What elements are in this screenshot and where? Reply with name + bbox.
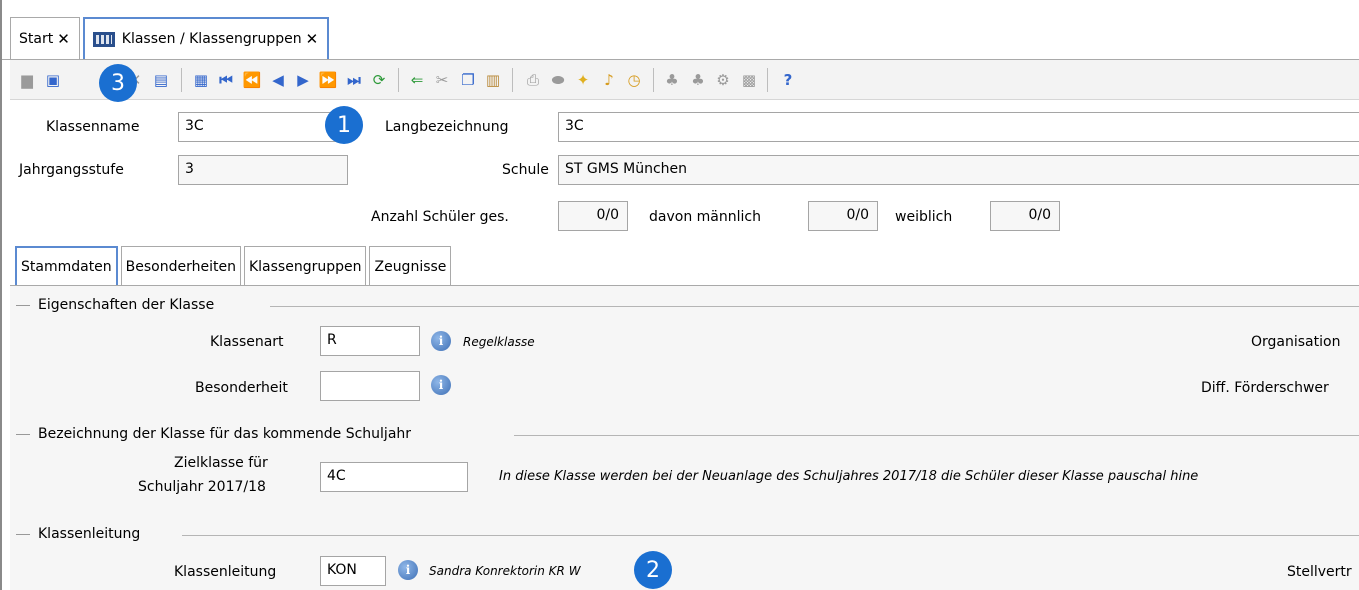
tab-zeugnisse[interactable]: Zeugnisse <box>369 246 452 286</box>
zielklasse-label-line1: Zielklasse für <box>174 455 268 471</box>
cut-icon[interactable]: ✂ <box>431 69 453 91</box>
klassenname-input[interactable]: 3C <box>178 112 348 142</box>
langbezeichnung-input[interactable]: 3C <box>558 112 1359 142</box>
record-icon[interactable]: ⬬ <box>547 69 569 91</box>
close-icon[interactable]: ✕ <box>57 30 70 48</box>
organisation-label: Organisation <box>1251 334 1341 350</box>
toolbar: ▆ ▣ ✕ ▤ ▦ ⏮ ⏪ ◀ ▶ ⏩ ⏭ ⟳ ⇐ ✂ ❐ ▥ ⎙ ⬬ ✦ ♪ … <box>10 60 1359 100</box>
info-icon[interactable]: i <box>431 331 451 351</box>
weiblich-label: weiblich <box>895 209 953 225</box>
zielklasse-label-line2: Schuljahr 2017/18 <box>138 479 266 495</box>
document-tab-strip: Start ✕ Klassen / Klassengruppen ✕ <box>10 17 332 59</box>
archive-icon[interactable]: ▩ <box>738 69 760 91</box>
klassenart-label: Klassenart <box>210 334 284 350</box>
group-bezeichnung-kommend: Bezeichnung der Klasse für das kommende … <box>16 426 411 442</box>
besonderheit-input[interactable] <box>320 371 420 401</box>
schule-label: Schule <box>502 162 549 178</box>
refresh-icon[interactable]: ⟳ <box>368 69 390 91</box>
jahrgangsstufe-label: Jahrgangsstufe <box>19 162 124 178</box>
back-arrow-icon[interactable]: ⇐ <box>406 69 428 91</box>
previous-record-icon[interactable]: ◀ <box>267 69 289 91</box>
weiblich-field: 0/0 <box>990 201 1060 231</box>
langbezeichnung-label: Langbezeichnung <box>385 119 509 135</box>
print-icon[interactable]: ⎙ <box>522 69 544 91</box>
callout-badge-2: 2 <box>634 551 672 589</box>
callout-badge-1: 1 <box>325 106 363 144</box>
jahrgangsstufe-field[interactable]: 3 <box>178 155 348 185</box>
form-icon[interactable]: ▤ <box>150 69 172 91</box>
info-icon[interactable]: i <box>431 375 451 395</box>
diff-foerderschwerpunkt-label: Diff. Förderschwer <box>1201 380 1329 396</box>
window: Start ✕ Klassen / Klassengruppen ✕ ▆ ▣ ✕… <box>0 0 1359 590</box>
tab-start-label: Start <box>19 30 54 47</box>
list-icon[interactable]: ▦ <box>190 69 212 91</box>
table-icon <box>92 31 115 47</box>
stellvertretung-label: Stellvertr <box>1287 564 1352 580</box>
group-divider <box>182 535 1359 536</box>
alarm-clock-icon[interactable]: ◷ <box>623 69 645 91</box>
bell-icon[interactable]: ♪ <box>598 69 620 91</box>
klassenart-input[interactable]: R <box>320 326 420 356</box>
save-icon[interactable]: ▣ <box>42 69 64 91</box>
tab-besonderheiten[interactable]: Besonderheiten <box>120 246 241 286</box>
new-record-icon[interactable]: ▆ <box>16 69 38 91</box>
previous-page-icon[interactable]: ⏪ <box>241 69 263 91</box>
users-icon[interactable]: ♣ <box>661 69 683 91</box>
klassenname-label: Klassenname <box>46 119 140 135</box>
info-icon[interactable]: i <box>398 560 418 580</box>
group-eigenschaften: Eigenschaften der Klasse <box>16 297 214 313</box>
schule-field[interactable]: ST GMS München <box>558 155 1359 185</box>
first-record-icon[interactable]: ⏮ <box>215 69 237 91</box>
klassenart-hint: Regelklasse <box>463 335 535 349</box>
group-divider <box>270 306 1359 307</box>
klassenleitung-input[interactable]: KON <box>320 556 386 586</box>
klassenleitung-label: Klassenleitung <box>174 564 277 580</box>
last-record-icon[interactable]: ⏭ <box>343 69 365 91</box>
tab-klassengruppen[interactable]: Klassengruppen <box>243 246 367 286</box>
toolbar-separator <box>181 68 182 92</box>
anzahl-schueler-label: Anzahl Schüler ges. <box>371 209 509 225</box>
besonderheit-label: Besonderheit <box>195 380 288 396</box>
tab-stammdaten[interactable]: Stammdaten <box>15 246 118 286</box>
group-klassenleitung: Klassenleitung <box>16 526 140 542</box>
next-page-icon[interactable]: ⏩ <box>317 69 339 91</box>
lightbulb-icon[interactable]: ✦ <box>572 69 594 91</box>
copy-icon[interactable]: ❐ <box>457 69 479 91</box>
zielklasse-input[interactable]: 4C <box>320 462 468 492</box>
tab-start[interactable]: Start ✕ <box>10 17 80 59</box>
anzahl-schueler-field: 0/0 <box>558 201 628 231</box>
tab-klassen[interactable]: Klassen / Klassengruppen ✕ <box>82 17 330 59</box>
toolbar-separator <box>767 68 768 92</box>
callout-badge-3: 3 <box>99 64 137 102</box>
close-icon[interactable]: ✕ <box>306 30 319 48</box>
next-record-icon[interactable]: ▶ <box>292 69 314 91</box>
toolbar-separator <box>398 68 399 92</box>
users-group-icon[interactable]: ♣ <box>687 69 709 91</box>
record-tab-strip: Stammdaten Besonderheiten Klassengruppen… <box>15 246 454 286</box>
help-icon[interactable]: ? <box>777 69 799 91</box>
toolbar-separator <box>653 68 654 92</box>
tab-klassen-label: Klassen / Klassengruppen <box>121 31 302 47</box>
settings-icon[interactable]: ⚙ <box>712 69 734 91</box>
maennlich-field: 0/0 <box>808 201 878 231</box>
maennlich-label: davon männlich <box>649 209 761 225</box>
toolbar-separator <box>512 68 513 92</box>
klassenleitung-hint: Sandra Konrektorin KR W <box>429 564 581 578</box>
zielklasse-hint: In diese Klasse werden bei der Neuanlage… <box>499 469 1199 484</box>
group-divider <box>514 435 1359 436</box>
paste-icon[interactable]: ▥ <box>482 69 504 91</box>
